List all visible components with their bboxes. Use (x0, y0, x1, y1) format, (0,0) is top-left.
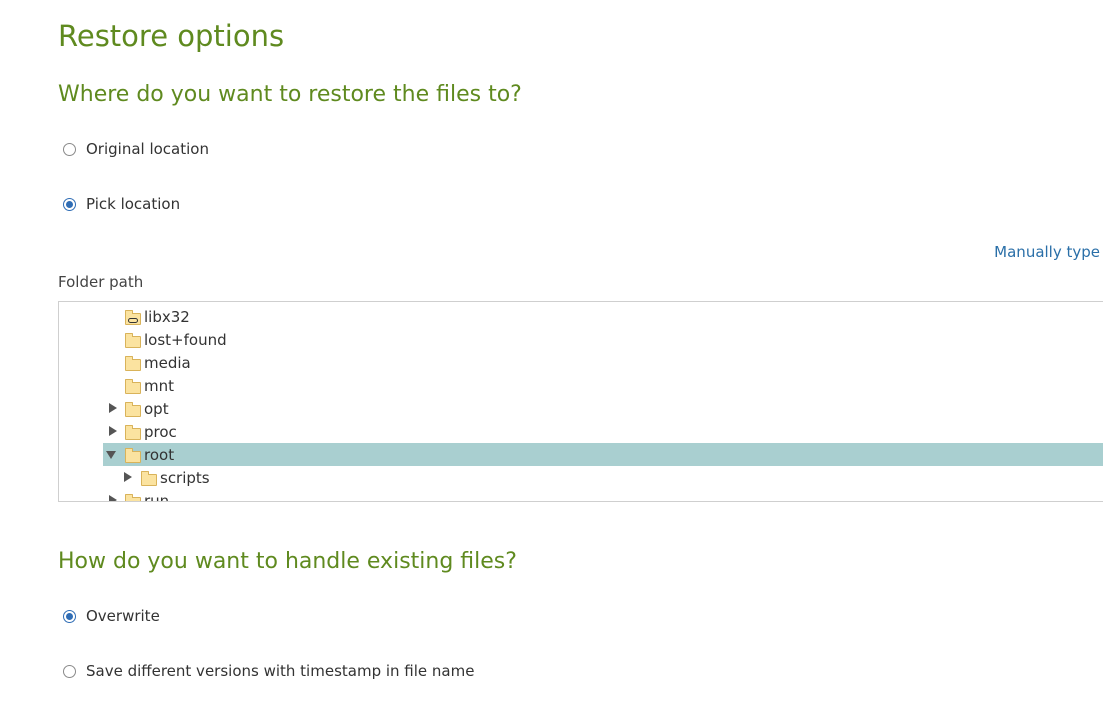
tree-node-lost-found[interactable]: lost+found (59, 328, 1103, 351)
tree-node-label[interactable]: media (144, 353, 191, 373)
folder-path-label: Folder path (58, 273, 144, 291)
save-versions-radio[interactable] (63, 664, 76, 678)
folder-icon (141, 471, 157, 486)
folder-icon (125, 379, 141, 394)
expand-arrow-icon[interactable] (124, 472, 132, 482)
tree-node-libx32[interactable]: libx32 (59, 305, 1103, 328)
tree-node-root[interactable]: root (103, 443, 1103, 466)
tree-node-label[interactable]: libx32 (144, 307, 190, 327)
folder-icon (125, 494, 141, 501)
folder-link-icon (125, 310, 141, 325)
original-location-radio[interactable] (63, 142, 76, 156)
overwrite-option[interactable]: Overwrite (63, 606, 160, 626)
folder-open-icon (125, 448, 141, 463)
tree-node-label[interactable]: scripts (160, 468, 210, 488)
expand-arrow-icon[interactable] (109, 426, 117, 436)
collapse-arrow-icon[interactable] (106, 451, 116, 459)
tree-node-proc[interactable]: proc (59, 420, 1103, 443)
tree-node-media[interactable]: media (59, 351, 1103, 374)
tree-node-label[interactable]: proc (144, 422, 177, 442)
tree-node-label[interactable]: lost+found (144, 330, 227, 350)
save-versions-label: Save different versions with timestamp i… (86, 662, 475, 680)
folder-tree[interactable]: libx32 lost+found media mnt opt proc roo… (58, 301, 1103, 502)
tree-node-label[interactable]: opt (144, 399, 169, 419)
folder-icon (125, 425, 141, 440)
expand-arrow-icon[interactable] (109, 403, 117, 413)
folder-icon (125, 356, 141, 371)
pick-location-label: Pick location (86, 195, 181, 213)
folder-icon (125, 333, 141, 348)
tree-node-run[interactable]: run (59, 489, 1103, 501)
tree-node-scripts[interactable]: scripts (59, 466, 1103, 489)
pick-location-option[interactable]: Pick location (63, 194, 180, 214)
tree-node-label[interactable]: run (144, 491, 169, 501)
page-title: Restore options (58, 19, 285, 53)
original-location-option[interactable]: Original location (63, 139, 209, 159)
tree-node-opt[interactable]: opt (59, 397, 1103, 420)
tree-node-label[interactable]: mnt (144, 376, 174, 396)
restore-location-heading: Where do you want to restore the files t… (58, 82, 522, 107)
original-location-label: Original location (86, 140, 209, 158)
save-versions-option[interactable]: Save different versions with timestamp i… (63, 661, 474, 681)
overwrite-radio[interactable] (63, 609, 76, 623)
pick-location-radio[interactable] (63, 197, 76, 211)
folder-icon (125, 402, 141, 417)
overwrite-label: Overwrite (86, 607, 160, 625)
expand-arrow-icon[interactable] (109, 495, 117, 501)
manually-type-link[interactable]: Manually type (994, 242, 1100, 262)
tree-node-mnt[interactable]: mnt (59, 374, 1103, 397)
existing-files-heading: How do you want to handle existing files… (58, 549, 517, 574)
tree-node-label[interactable]: root (144, 445, 174, 465)
